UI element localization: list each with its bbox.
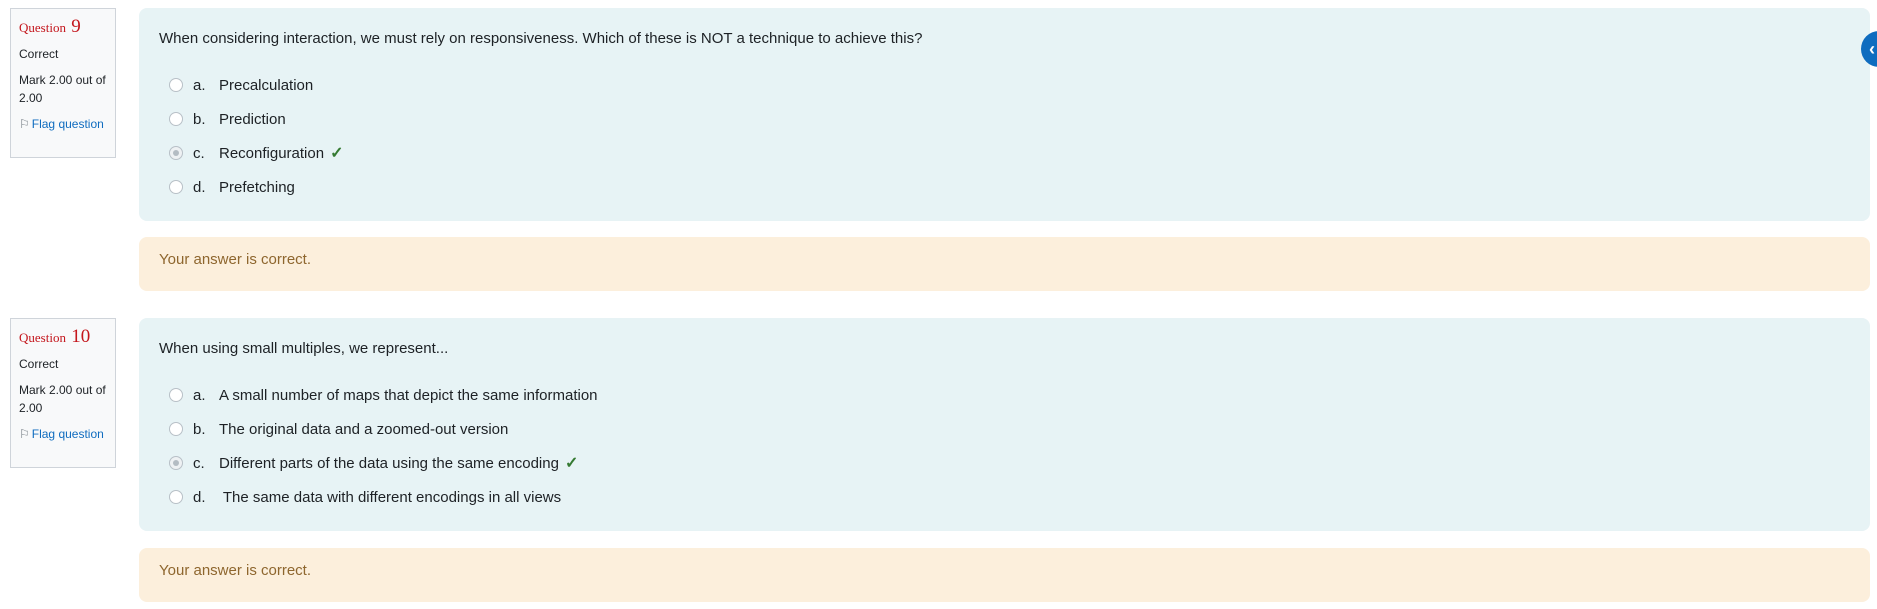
answer-text: Precalculation xyxy=(219,76,314,94)
chevron-left-icon: ‹ xyxy=(1869,39,1875,59)
question-info: Question 10 Correct Mark 2.00 out of 2.0… xyxy=(10,318,116,468)
answer-radio[interactable] xyxy=(169,78,183,92)
answer-option-selected[interactable]: c. Different parts of the data using the… xyxy=(159,446,1850,480)
question-grade: Mark 2.00 out of 2.00 xyxy=(19,73,106,105)
answer-text: Prefetching xyxy=(219,178,295,196)
answer-list: a. A small number of maps that depict th… xyxy=(159,378,1850,514)
flag-question-link[interactable]: ⚐ Flag question xyxy=(19,425,115,443)
question-number-value: 10 xyxy=(71,326,91,347)
answer-letter: a. xyxy=(193,386,206,404)
feedback-text: Your answer is correct. xyxy=(159,251,312,268)
question-state: Correct xyxy=(19,357,59,371)
answer-letter: c. xyxy=(193,144,205,162)
answer-text: Reconfiguration xyxy=(219,144,325,162)
answer-letter: d. xyxy=(193,488,206,506)
answer-letter: b. xyxy=(193,110,206,128)
flag-icon: ⚐ xyxy=(19,117,30,131)
feedback-box: Your answer is correct. xyxy=(139,237,1870,291)
answer-letter: d. xyxy=(193,178,206,196)
flag-icon: ⚐ xyxy=(19,427,30,441)
answer-text: A small number of maps that depict the s… xyxy=(219,386,598,404)
question-text: When considering interaction, we must re… xyxy=(159,30,923,47)
answer-option-selected[interactable]: c. Reconfiguration ✓ xyxy=(159,136,1850,170)
question-number: Question 9 xyxy=(19,16,115,42)
answer-text: The same data with different encodings i… xyxy=(219,488,562,506)
flag-label: Flag question xyxy=(31,117,104,131)
answer-option[interactable]: d. Prefetching xyxy=(159,170,1850,204)
question-info: Question 9 Correct Mark 2.00 out of 2.00… xyxy=(10,8,116,158)
feedback-text: Your answer is correct. xyxy=(159,562,312,579)
question-number: Question 10 xyxy=(19,326,115,352)
check-icon: ✓ xyxy=(564,455,579,472)
question-formulation: When using small multiples, we represent… xyxy=(139,318,1870,531)
answer-letter: a. xyxy=(193,76,206,94)
answer-radio[interactable] xyxy=(169,422,183,436)
answer-option[interactable]: d. The same data with different encoding… xyxy=(159,480,1850,514)
answer-radio[interactable] xyxy=(169,180,183,194)
question-label: Question xyxy=(19,330,66,345)
answer-option[interactable]: a. Precalculation xyxy=(159,68,1850,102)
answer-list: a. Precalculation b. Prediction c. Recon… xyxy=(159,68,1850,204)
answer-text: The original data and a zoomed-out versi… xyxy=(219,420,509,438)
answer-letter: b. xyxy=(193,420,206,438)
answer-option[interactable]: b. Prediction xyxy=(159,102,1850,136)
answer-text: Prediction xyxy=(219,110,286,128)
question-number-value: 9 xyxy=(71,16,81,37)
flag-question-link[interactable]: ⚐ Flag question xyxy=(19,115,115,133)
question-text: When using small multiples, we represent… xyxy=(159,340,449,357)
answer-text: Different parts of the data using the sa… xyxy=(219,454,559,472)
answer-radio-selected[interactable] xyxy=(169,456,183,470)
question-state: Correct xyxy=(19,47,59,61)
answer-radio[interactable] xyxy=(169,490,183,504)
question-formulation: When considering interaction, we must re… xyxy=(139,8,1870,221)
flag-label: Flag question xyxy=(31,427,104,441)
feedback-box: Your answer is correct. xyxy=(139,548,1870,602)
answer-radio[interactable] xyxy=(169,112,183,126)
answer-radio-selected[interactable] xyxy=(169,146,183,160)
question-label: Question xyxy=(19,20,66,35)
answer-option[interactable]: a. A small number of maps that depict th… xyxy=(159,378,1850,412)
answer-radio[interactable] xyxy=(169,388,183,402)
answer-letter: c. xyxy=(193,454,205,472)
check-icon: ✓ xyxy=(330,145,344,162)
question-grade: Mark 2.00 out of 2.00 xyxy=(19,383,106,415)
answer-option[interactable]: b. The original data and a zoomed-out ve… xyxy=(159,412,1850,446)
